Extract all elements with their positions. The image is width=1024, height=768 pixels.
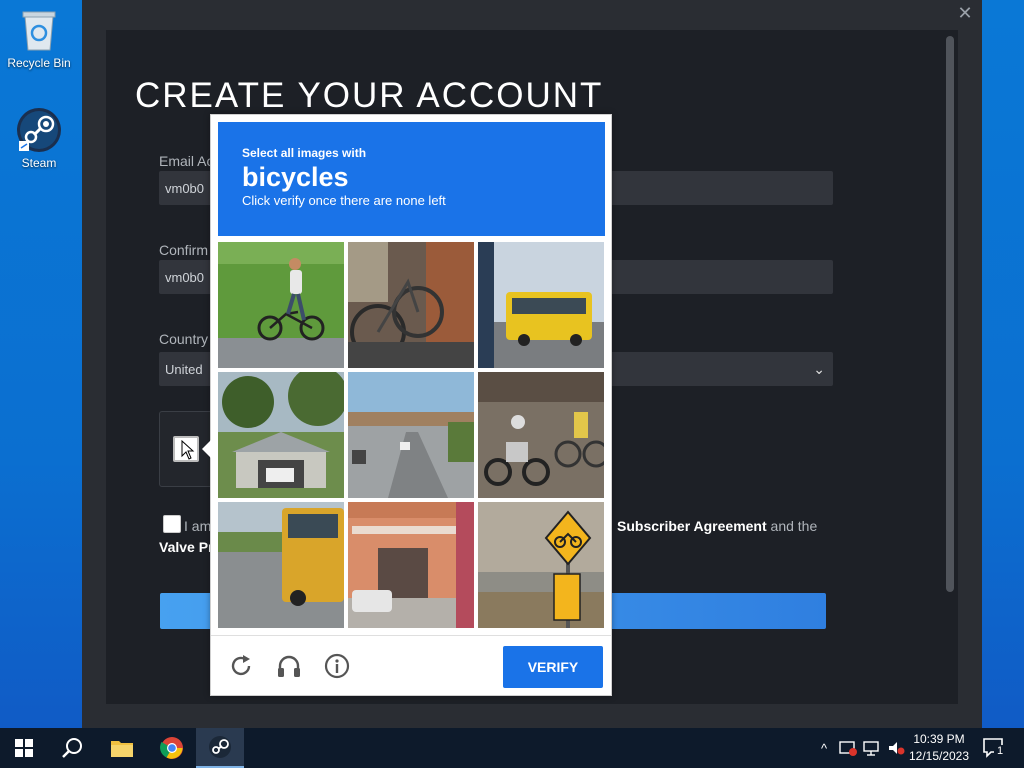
captcha-challenge: Select all images with bicycles Click ve… bbox=[202, 114, 612, 696]
security-alert-icon[interactable] bbox=[838, 738, 858, 758]
system-clock[interactable]: 10:39 PM 12/15/2023 bbox=[905, 731, 973, 765]
captcha-target: bicycles bbox=[242, 162, 349, 192]
popup-arrow bbox=[202, 440, 211, 458]
chevron-up-icon[interactable]: ^ bbox=[814, 738, 834, 758]
desktop-icon-label: Steam bbox=[21, 156, 57, 170]
audio-headphones-icon[interactable] bbox=[275, 652, 303, 680]
captcha-tile[interactable] bbox=[218, 502, 344, 628]
captcha-tile[interactable] bbox=[478, 502, 604, 628]
captcha-hint: Click verify once there are none left bbox=[242, 193, 446, 208]
captcha-tile[interactable] bbox=[218, 372, 344, 498]
scrollbar[interactable] bbox=[942, 30, 958, 704]
mouse-cursor-icon bbox=[181, 439, 195, 465]
privacy-policy-link[interactable]: Valve Pr bbox=[159, 539, 214, 555]
verify-button[interactable]: VERIFY bbox=[503, 646, 603, 688]
email-label: Email Ac bbox=[159, 153, 214, 169]
confirm-email-label: Confirm bbox=[159, 242, 209, 258]
chevron-down-icon: ⌄ bbox=[813, 361, 825, 377]
captcha-tile[interactable] bbox=[478, 372, 604, 498]
network-icon[interactable] bbox=[862, 738, 882, 758]
desktop-icon-recycle-bin[interactable]: Recycle Bin bbox=[4, 6, 74, 70]
search-icon bbox=[62, 738, 82, 758]
agree-checkbox[interactable] bbox=[163, 515, 181, 533]
folder-icon bbox=[111, 741, 133, 757]
volume-muted-icon[interactable] bbox=[886, 738, 906, 758]
captcha-grid bbox=[218, 242, 605, 629]
scrollbar-thumb[interactable] bbox=[946, 36, 954, 592]
steam-icon bbox=[15, 106, 63, 154]
captcha-header: Select all images with bicycles Click ve… bbox=[218, 122, 605, 236]
info-icon[interactable] bbox=[323, 652, 351, 680]
recycle-bin-icon bbox=[15, 6, 63, 54]
reload-icon[interactable] bbox=[227, 652, 255, 680]
chrome-button[interactable] bbox=[148, 728, 196, 768]
captcha-tile[interactable] bbox=[348, 502, 474, 628]
notification-center-icon[interactable]: 1 bbox=[982, 736, 1006, 760]
steam-icon bbox=[209, 736, 231, 758]
start-button[interactable] bbox=[0, 728, 48, 768]
chrome-icon bbox=[160, 737, 183, 759]
file-explorer-button[interactable] bbox=[98, 728, 146, 768]
notification-count: 1 bbox=[994, 745, 1006, 759]
agree-text: I am bbox=[184, 518, 212, 534]
agree-text-continued: Subscriber Agreement and the bbox=[617, 518, 817, 534]
country-label: Country bbox=[159, 331, 209, 347]
close-icon[interactable]: ✕ bbox=[956, 4, 974, 22]
country-value: United bbox=[165, 362, 203, 377]
clock-date: 12/15/2023 bbox=[908, 749, 970, 763]
clock-time: 10:39 PM bbox=[913, 732, 965, 746]
page-title: CREATE YOUR ACCOUNT bbox=[135, 76, 604, 115]
windows-logo-icon bbox=[15, 739, 33, 757]
desktop-icon-steam[interactable]: Steam bbox=[4, 106, 74, 170]
desktop-icon-label: Recycle Bin bbox=[7, 56, 71, 70]
steam-taskbar-button[interactable] bbox=[196, 728, 244, 768]
taskbar: ^ 10:39 PM 12/15/2023 1 bbox=[0, 728, 1024, 768]
captcha-instruction: Select all images with bbox=[242, 146, 367, 160]
captcha-tile[interactable] bbox=[478, 242, 604, 368]
agree-suffix: and the bbox=[770, 518, 818, 534]
captcha-tile[interactable] bbox=[348, 372, 474, 498]
search-button[interactable] bbox=[48, 728, 96, 768]
captcha-tile[interactable] bbox=[218, 242, 344, 368]
captcha-tile[interactable] bbox=[348, 242, 474, 368]
captcha-footer: VERIFY bbox=[211, 635, 611, 695]
subscriber-agreement-link[interactable]: Subscriber Agreement bbox=[617, 518, 767, 534]
